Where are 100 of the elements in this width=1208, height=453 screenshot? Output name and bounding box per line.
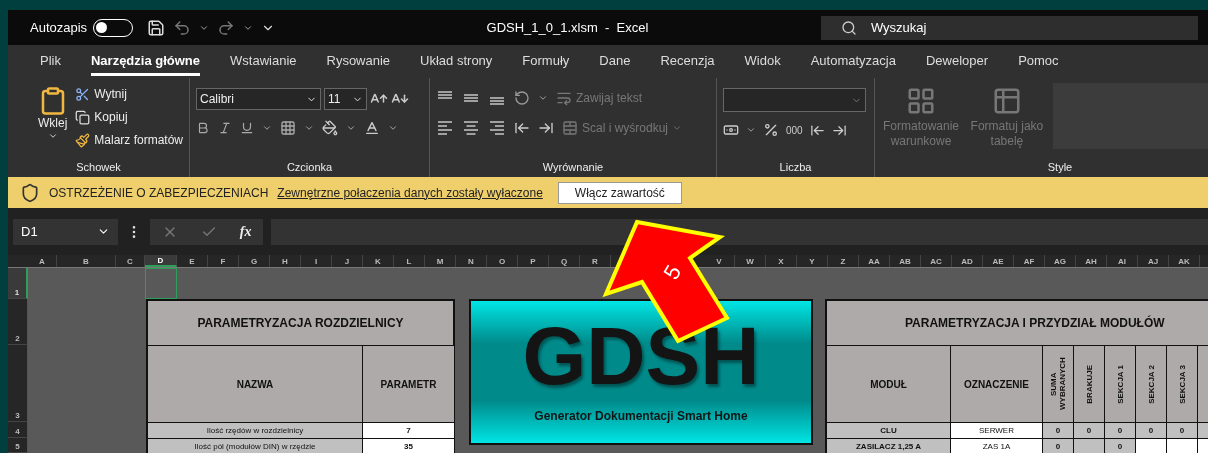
column-header[interactable]: AB [890,255,921,267]
ribbon-tab[interactable]: Plik [40,47,61,76]
ribbon-tab[interactable]: Widok [744,47,781,76]
select-all-corner[interactable] [8,255,28,268]
percent-icon[interactable] [763,122,779,138]
table-cell: 0 [1074,423,1104,438]
currency-icon[interactable] [723,122,739,138]
column-heading: BRAKUJE [1074,346,1104,422]
column-header[interactable]: N [456,255,487,267]
number-format-select[interactable] [723,88,866,112]
chevron-down-icon [47,131,58,141]
table-cell [1167,439,1197,453]
ribbon-tab[interactable]: Formuły [522,47,570,76]
column-header[interactable]: H [270,255,301,267]
table-cell: SERWER [951,423,1042,438]
column-header[interactable]: W [735,255,766,267]
column-header[interactable]: AK [1169,255,1200,267]
ribbon-tab[interactable]: Automatyzacja [810,47,896,76]
borders-icon[interactable] [280,120,296,136]
chevron-down-icon [538,93,548,103]
column-header[interactable]: D [145,255,177,267]
align-center-icon[interactable] [462,119,480,137]
table-cell: 0 [1105,423,1135,438]
column-header[interactable]: AI [1107,255,1138,267]
column-header[interactable]: O [487,255,518,267]
security-warning-title: OSTRZEŻENIE O ZABEZPIECZENIACH [49,185,269,200]
underline-icon[interactable] [240,121,254,135]
table-cell [1136,439,1166,453]
column-header[interactable]: AF [1014,255,1045,267]
font-color-icon[interactable] [364,120,380,136]
column-header[interactable]: F [208,255,239,267]
merge-cells-icon [562,120,578,136]
column-header[interactable]: Q [549,255,580,267]
decrease-indent-icon[interactable] [514,120,530,136]
bold-icon[interactable] [196,121,210,135]
column-header[interactable]: P [518,255,549,267]
table-cell: Ilość rzędów w rozdzielnicy [148,423,362,438]
increase-indent-icon[interactable] [538,120,554,136]
ribbon-tab[interactable]: Pomoc [1018,47,1059,76]
table-cell: ZAS 1A [951,439,1042,453]
column-header[interactable]: B [57,255,116,267]
table-cell: CLU [827,423,950,438]
column-header[interactable]: A [28,255,57,267]
column-header[interactable]: I [301,255,332,267]
column-header[interactable]: AG [1045,255,1076,267]
ribbon-tab[interactable]: Układ strony [420,47,493,76]
chevron-down-icon [346,123,356,133]
column-header[interactable]: M [425,255,456,267]
column-header[interactable]: V [704,255,735,267]
column-header[interactable]: E [177,255,208,267]
ribbon-tab[interactable]: Dane [599,47,631,76]
thousands-separator[interactable]: 000 [786,124,803,136]
column-header[interactable]: K [363,255,394,267]
save-icon[interactable] [146,18,165,37]
grid-icon [906,86,936,116]
security-warning-link[interactable]: Zewnętrzne połaczenia danych zostały wyłaczone [277,185,543,200]
chevron-down-icon [672,123,683,133]
group-label: Style [1046,161,1074,175]
ribbon-tab[interactable]: Deweloper [925,47,989,76]
column-header[interactable]: AA [859,255,890,267]
column-header[interactable]: L [394,255,425,267]
column-header[interactable]: Y [797,255,828,267]
orientation-icon[interactable] [514,90,530,106]
enable-content-button[interactable]: Włącz zawartość [557,181,682,204]
row-header[interactable]: 1 [8,268,28,299]
shield-icon [20,182,40,203]
column-header[interactable]: AC [921,255,952,267]
column-heading: NAZWA [148,346,362,422]
ribbon-tab[interactable]: Recenzja [660,47,715,76]
font-name-select[interactable]: Calibri [196,88,321,110]
table-cell: Ilość pól (modułów DIN) w rzędzie [148,439,362,453]
column-header[interactable]: R [580,255,611,267]
redo-icon[interactable] [216,18,235,37]
italic-icon[interactable] [218,121,232,135]
row-header[interactable]: 5 [8,438,28,453]
column-header[interactable]: Z [828,255,859,267]
align-left-icon[interactable] [436,119,454,137]
ribbon-tab[interactable]: Narzędzia główne [90,47,201,76]
row-header[interactable]: 2 [8,299,28,345]
undo-icon[interactable] [172,18,191,37]
group-label: Liczba [778,161,813,175]
fill-color-icon[interactable] [322,120,338,136]
column-header[interactable]: AE [983,255,1014,267]
column-header[interactable]: AH [1076,255,1107,267]
column-header[interactable]: AJ [1138,255,1169,267]
table-cell: 0 [1043,439,1073,453]
column-header[interactable]: G [239,255,270,267]
column-header[interactable]: J [332,255,363,267]
column-header[interactable]: AD [952,255,983,267]
ribbon-tab[interactable]: Wstawianie [230,47,297,76]
search-field[interactable]: Wyszukaj [820,15,1198,40]
align-right-icon[interactable] [488,119,506,137]
font-size-select[interactable]: 11 [324,88,367,110]
row-header[interactable]: 3 [8,345,28,422]
column-header[interactable]: X [766,255,797,267]
formula-input[interactable] [271,218,1208,245]
name-box[interactable]: D1 [13,218,118,245]
ribbon-tab[interactable]: Rysowanie [326,47,391,76]
row-header[interactable]: 4 [8,422,28,438]
insert-function[interactable]: fx [239,223,252,240]
